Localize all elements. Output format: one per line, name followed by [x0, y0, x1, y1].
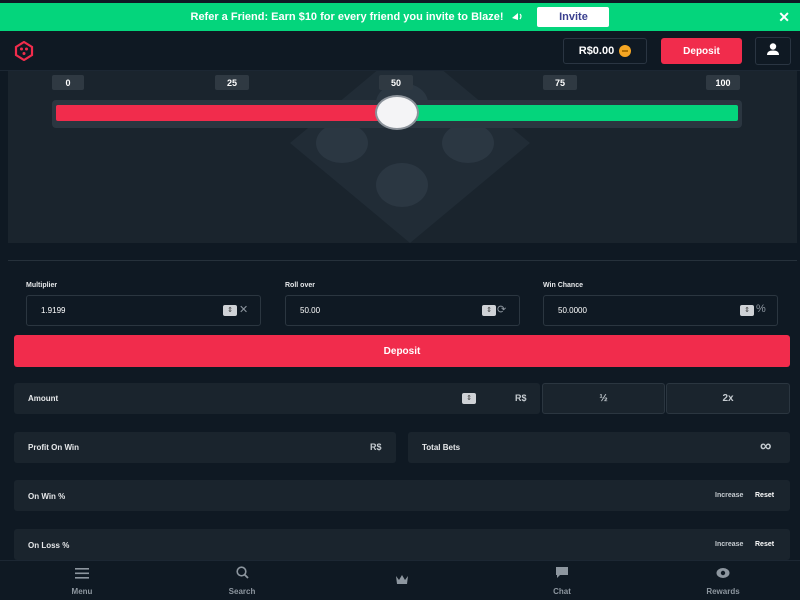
half-amount-button[interactable]: ½: [542, 383, 665, 414]
profit-on-win-field: Profit On Win R$: [14, 432, 396, 463]
crown-icon: [395, 572, 409, 590]
roll-slider[interactable]: [52, 95, 742, 130]
nav-menu-label: Menu: [71, 587, 93, 596]
on-loss-field[interactable]: On Loss % Increase Reset: [14, 529, 790, 560]
roll-over-stepper[interactable]: ⇕: [482, 305, 496, 316]
amount-label: Amount: [28, 394, 59, 403]
user-icon: [766, 42, 780, 61]
amount-field[interactable]: Amount ⇕ R$: [14, 383, 540, 414]
win-chance-field[interactable]: 50.0000 ⇕ %: [543, 295, 778, 326]
amount-stepper[interactable]: ⇕: [462, 393, 476, 404]
on-loss-label: On Loss %: [28, 541, 70, 550]
profit-currency: R$: [370, 442, 382, 452]
slider-tick-50: 50: [379, 75, 413, 90]
win-chance-label: Win Chance: [543, 282, 583, 289]
bottom-navigation: Menu Search Chat Rewards: [0, 560, 800, 600]
on-win-reset-toggle[interactable]: Reset: [755, 492, 774, 499]
infinity-icon[interactable]: ∞: [760, 438, 771, 456]
balance-value: R$0.00: [578, 45, 615, 57]
top-header: R$0.00 Deposit: [0, 31, 800, 71]
slider-tick-0: 0: [52, 75, 84, 90]
multiplier-field[interactable]: 1.9199 ⇕ ✕: [26, 295, 261, 326]
multiplier-stepper[interactable]: ⇕: [223, 305, 237, 316]
nav-search[interactable]: Search: [202, 561, 282, 600]
slider-tick-100: 100: [706, 75, 740, 90]
nav-search-label: Search: [228, 587, 256, 596]
profit-on-win-label: Profit On Win: [28, 443, 80, 452]
on-win-label: On Win %: [28, 492, 66, 501]
total-bets-label: Total Bets: [422, 443, 461, 452]
close-icon[interactable]: ✕: [778, 9, 790, 26]
nav-vip[interactable]: [362, 561, 442, 600]
rewards-icon: [716, 566, 730, 584]
swap-icon[interactable]: ⟳: [497, 303, 506, 316]
nav-rewards-label: Rewards: [706, 587, 740, 596]
roll-over-label: Roll over: [285, 282, 315, 289]
invite-button[interactable]: Invite: [537, 7, 610, 27]
coin-icon: [619, 45, 632, 57]
nav-chat[interactable]: Chat: [522, 561, 602, 600]
loudspeaker-icon: [511, 11, 523, 24]
double-amount-button[interactable]: 2x: [666, 383, 790, 414]
on-loss-increase-toggle[interactable]: Increase: [715, 541, 743, 548]
slider-tick-25: 25: [215, 75, 249, 90]
percent-icon: %: [756, 303, 766, 315]
referral-banner: Refer a Friend: Earn $10 for every frien…: [0, 3, 800, 31]
slider-win-range: [397, 105, 738, 121]
section-divider: [8, 260, 797, 261]
nav-menu[interactable]: Menu: [42, 561, 122, 600]
nav-chat-label: Chat: [553, 587, 571, 596]
win-chance-value: 50.0000: [558, 306, 587, 315]
wallet-balance[interactable]: R$0.00: [563, 38, 647, 64]
dice-game-area: 0 25 50 75 100: [8, 71, 797, 243]
header-deposit-button[interactable]: Deposit: [661, 38, 742, 64]
chat-icon: [555, 566, 569, 584]
deposit-button[interactable]: Deposit: [14, 335, 790, 367]
multiplier-value: 1.9199: [41, 306, 66, 315]
user-account-button[interactable]: [755, 37, 791, 65]
roll-over-field[interactable]: 50.00 ⇕ ⟳: [285, 295, 520, 326]
search-icon: [235, 566, 249, 584]
banner-text: Refer a Friend: Earn $10 for every frien…: [190, 11, 504, 23]
on-win-increase-toggle[interactable]: Increase: [715, 492, 743, 499]
total-bets-field[interactable]: Total Bets ∞: [408, 432, 790, 463]
slider-handle[interactable]: [375, 95, 419, 130]
blaze-logo[interactable]: [14, 40, 34, 62]
slider-tick-75: 75: [543, 75, 577, 90]
dice-watermark-icon: [290, 71, 530, 243]
on-loss-reset-toggle[interactable]: Reset: [755, 541, 774, 548]
multiply-icon: ✕: [239, 304, 249, 316]
win-chance-stepper[interactable]: ⇕: [740, 305, 754, 316]
hamburger-icon: [75, 566, 89, 584]
slider-lose-range: [56, 105, 397, 121]
roll-over-value: 50.00: [300, 306, 321, 315]
nav-rewards[interactable]: Rewards: [683, 561, 763, 600]
multiplier-label: Multiplier: [26, 282, 58, 289]
amount-currency: R$: [515, 393, 527, 403]
on-win-field[interactable]: On Win % Increase Reset: [14, 480, 790, 511]
